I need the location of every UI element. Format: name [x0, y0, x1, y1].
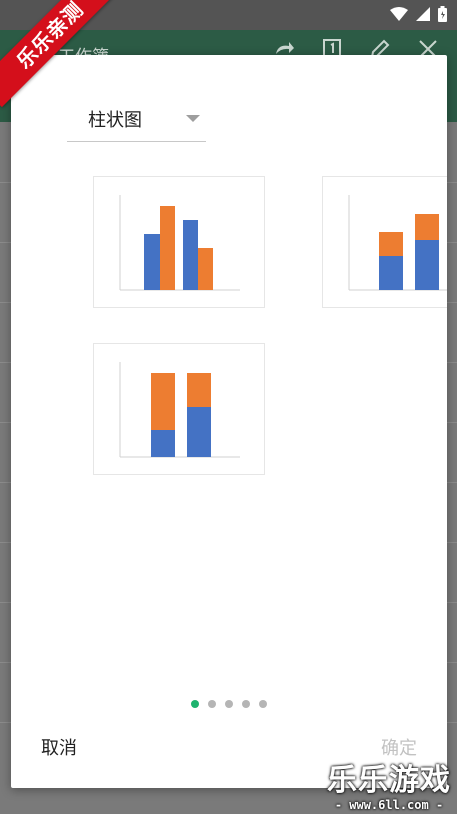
thumb2-bar-2-bottom — [415, 240, 439, 290]
thumb3-bar-2-top — [187, 373, 211, 407]
thumb3-bar-2-bottom — [187, 407, 211, 457]
thumb1-bar-3 — [183, 220, 198, 290]
chart-thumb-clustered-column[interactable] — [93, 176, 265, 308]
page-dot-5[interactable] — [259, 700, 267, 708]
thumb3-bar-1-top — [151, 373, 175, 430]
page-indicator — [191, 700, 267, 708]
thumb2-bar-1-bottom — [379, 256, 403, 290]
thumb2-bar-2-top — [415, 214, 439, 240]
page-dot-3[interactable] — [225, 700, 233, 708]
chart-thumb-percent-stacked-column[interactable] — [93, 343, 265, 475]
thumb1-bar-2 — [160, 206, 175, 290]
page-dot-1[interactable] — [191, 700, 199, 708]
thumb3-bar-1-bottom — [151, 430, 175, 457]
chart-thumb-stacked-column[interactable] — [322, 176, 447, 308]
thumb1-bar-4 — [198, 248, 213, 290]
watermark-sub: - www.6ll.com - — [334, 798, 444, 812]
ok-button[interactable]: 确定 — [381, 731, 417, 767]
chart-type-label: 柱状图 — [88, 110, 142, 131]
site-watermark: 乐乐游戏 - www.6ll.com - — [327, 763, 451, 813]
signal-icon — [416, 7, 430, 25]
chart-type-dropdown[interactable]: 柱状图 — [67, 95, 206, 142]
cancel-button[interactable]: 取消 — [41, 731, 77, 767]
wifi-icon — [390, 7, 408, 25]
chevron-down-icon — [186, 115, 200, 122]
thumb1-bar-1 — [144, 234, 160, 290]
battery-icon — [438, 6, 447, 26]
watermark-main: 乐乐游戏 — [327, 763, 451, 798]
page-dot-4[interactable] — [242, 700, 250, 708]
chart-type-dialog: 柱状图 取消 确定 — [11, 55, 447, 788]
thumb2-bar-1-top — [379, 232, 403, 256]
page-dot-2[interactable] — [208, 700, 216, 708]
